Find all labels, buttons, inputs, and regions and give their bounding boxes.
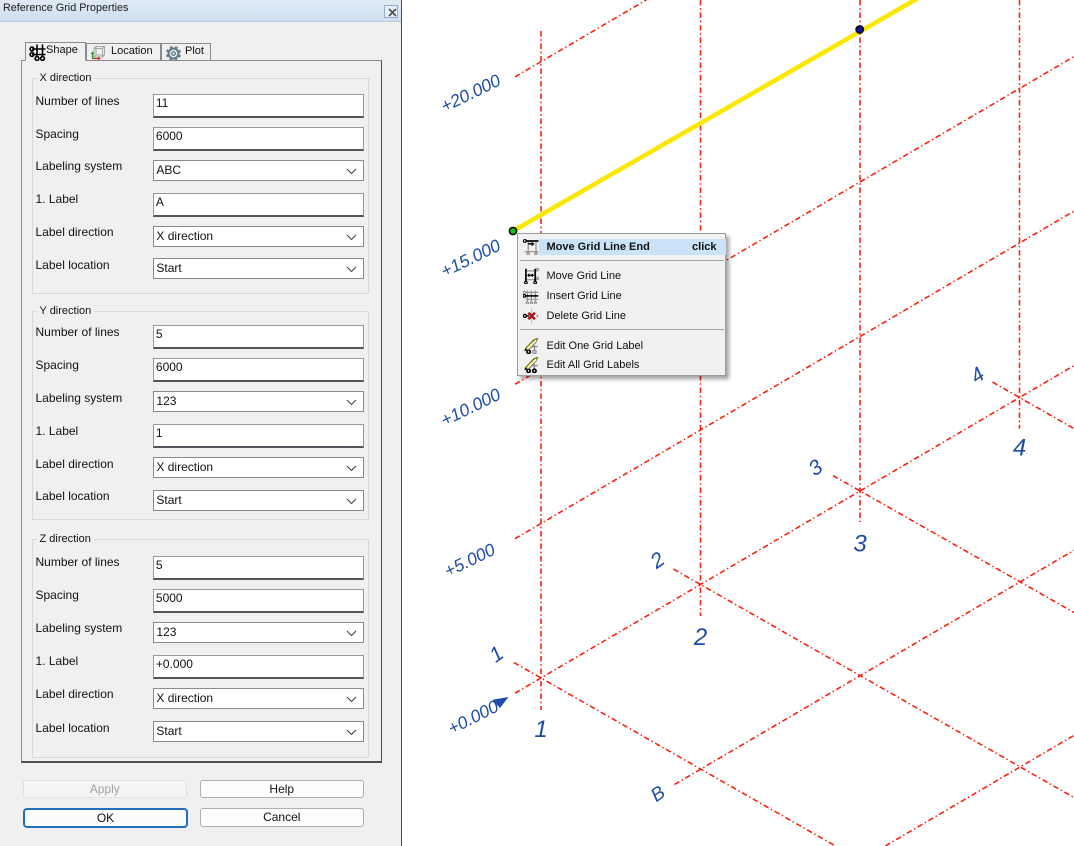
svg-text:3: 3 — [804, 455, 827, 481]
svg-text:2: 2 — [693, 624, 707, 651]
svg-text:4: 4 — [966, 363, 989, 389]
svg-text:+10.000: +10.000 — [438, 384, 504, 430]
svg-text:1: 1 — [534, 716, 547, 743]
svg-text:2: 2 — [646, 548, 670, 574]
svg-text:3: 3 — [853, 531, 867, 558]
svg-text:1: 1 — [485, 642, 508, 668]
svg-text:4: 4 — [1013, 435, 1026, 462]
svg-text:+20.000: +20.000 — [438, 70, 504, 116]
svg-text:+15.000: +15.000 — [438, 235, 504, 281]
svg-text:B: B — [647, 782, 670, 807]
svg-text:+5.000: +5.000 — [441, 539, 499, 581]
svg-text:+0.000: +0.000 — [444, 696, 501, 738]
